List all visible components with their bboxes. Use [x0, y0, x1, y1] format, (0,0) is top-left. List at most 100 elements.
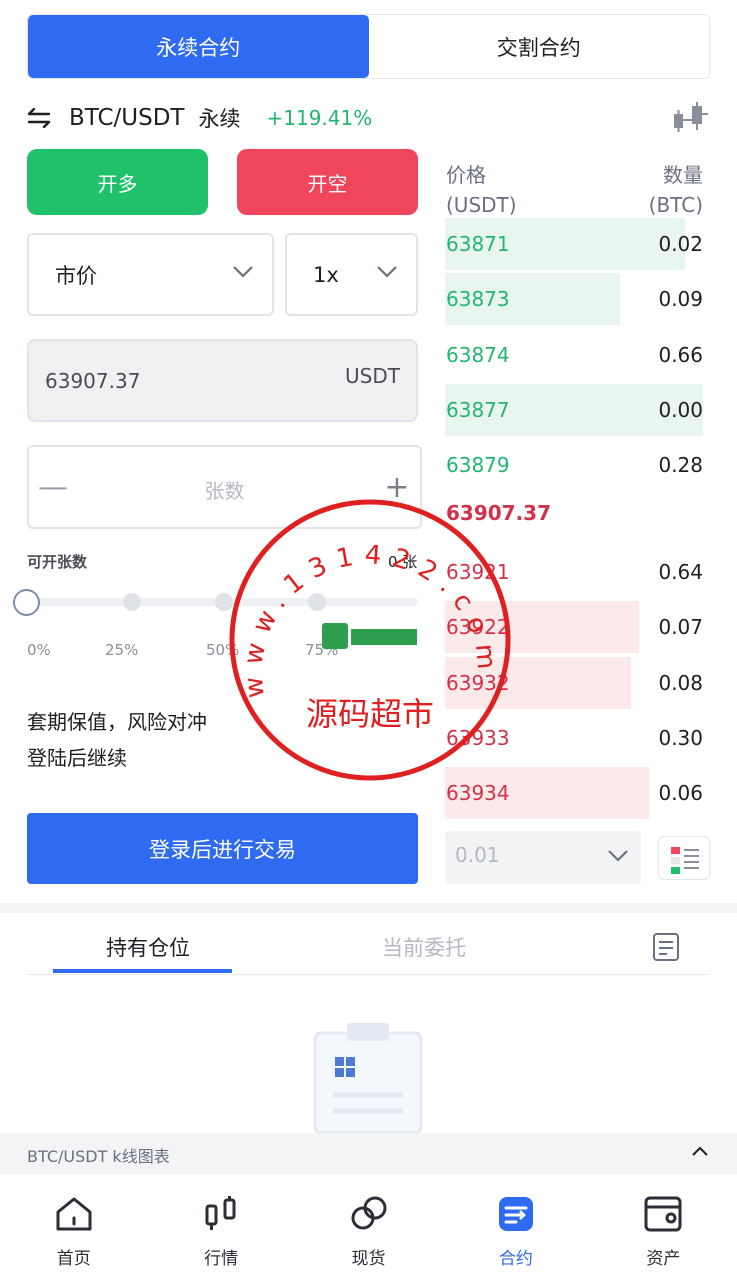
- section-divider: [0, 903, 737, 913]
- nav-label: 首页: [56, 1249, 91, 1269]
- orderbook-layout-icon: [671, 847, 699, 874]
- kline-chart-label: BTC/USDT k线图表: [27, 1147, 170, 1166]
- bid-qty: 0.00: [658, 397, 703, 422]
- bid-price: 63874: [446, 342, 510, 367]
- bid-row[interactable]: 63874 0.66: [445, 329, 703, 381]
- percent-label: 25%: [105, 641, 139, 659]
- order-type-value: 市价: [55, 263, 97, 288]
- bid-qty: 0.02: [658, 232, 703, 256]
- active-tab-indicator: [53, 969, 232, 973]
- ask-price: 63922: [446, 615, 510, 640]
- bid-price: 63879: [446, 453, 510, 478]
- nav-spot[interactable]: 现货: [295, 1174, 442, 1280]
- bid-price: 63871: [446, 232, 510, 256]
- pair-change: +119.41%: [266, 106, 373, 130]
- slider-stop-50[interactable]: [215, 593, 233, 611]
- ask-qty: 0.06: [658, 781, 703, 806]
- slider-handle[interactable]: [13, 589, 40, 616]
- nav-label: 合约: [498, 1249, 533, 1269]
- leverage-value: 1x: [313, 262, 339, 287]
- ask-row[interactable]: 63932 0.08: [445, 656, 703, 709]
- tab-current-orders[interactable]: 当前委托: [382, 932, 466, 962]
- tab-divider: [27, 974, 710, 975]
- nav-label: 行情: [204, 1249, 239, 1269]
- increase-button[interactable]: +: [382, 467, 412, 507]
- contract-icon: [498, 1197, 533, 1231]
- ask-price: 63933: [446, 725, 510, 750]
- contract-type-tabs: 永续合约 交割合约: [27, 14, 710, 79]
- percent-label: 75%: [305, 641, 339, 659]
- orderbook-price-header: 价格 (USDT): [446, 163, 517, 217]
- ask-row[interactable]: 63934 0.06: [445, 767, 703, 820]
- nav-assets[interactable]: 资产: [590, 1174, 737, 1280]
- ask-row[interactable]: 63921 0.64: [445, 546, 703, 598]
- bid-row[interactable]: 63873 0.09: [445, 273, 703, 326]
- login-continue-text: 登陆后继续: [27, 746, 127, 770]
- bid-row[interactable]: 63871 0.02: [445, 218, 703, 270]
- ask-price: 63921: [446, 560, 510, 584]
- open-long-button[interactable]: 开多: [27, 149, 208, 215]
- tab-holding-positions[interactable]: 持有仓位: [106, 932, 190, 962]
- depth-view-button[interactable]: [658, 836, 710, 880]
- quantity-stepper: — 张数 +: [27, 445, 422, 529]
- bid-price: 63873: [446, 287, 510, 312]
- price-unit: USDT: [345, 364, 400, 388]
- mid-price: 63907.37: [446, 501, 552, 525]
- ask-qty: 0.30: [658, 725, 703, 750]
- bid-row[interactable]: 63879 0.28: [445, 439, 703, 491]
- percent-label: 0%: [27, 641, 51, 659]
- chevron-down-icon: [233, 266, 253, 278]
- available-label: 可开张数: [27, 553, 88, 571]
- assets-icon: [644, 1196, 682, 1232]
- nav-contract[interactable]: 合约: [442, 1174, 589, 1280]
- spot-icon: [351, 1196, 387, 1230]
- ask-row[interactable]: 63933 0.30: [445, 712, 703, 764]
- chevron-down-icon: [377, 266, 397, 278]
- ask-qty: 0.64: [658, 560, 703, 584]
- ask-row[interactable]: 63922 0.07: [445, 601, 703, 654]
- pair-header: BTC/USDT 永续 +119.41%: [27, 98, 710, 138]
- leverage-select[interactable]: 1x: [285, 233, 418, 316]
- swap-icon[interactable]: [27, 108, 51, 128]
- ask-qty: 0.07: [658, 615, 703, 640]
- nav-label: 现货: [351, 1249, 386, 1269]
- tab-perpetual[interactable]: 永续合约: [28, 15, 369, 78]
- nav-market[interactable]: 行情: [147, 1174, 294, 1280]
- quantity-input[interactable]: 张数: [29, 475, 420, 504]
- candlestick-icon[interactable]: [670, 100, 710, 136]
- percent-label: 50%: [206, 641, 240, 659]
- ask-price: 63932: [446, 670, 510, 695]
- tab-delivery[interactable]: 交割合约: [369, 15, 710, 78]
- pair-type: 永续: [198, 107, 241, 131]
- available-value: 0 张: [388, 553, 418, 571]
- home-icon: [56, 1197, 92, 1231]
- login-trade-button[interactable]: 登录后进行交易: [27, 813, 418, 884]
- bid-qty: 0.66: [658, 342, 703, 367]
- watermark-name: 源码超市: [306, 695, 434, 733]
- bid-price: 63877: [446, 397, 510, 422]
- orderbook-qty-header: 数量 (BTC): [648, 163, 703, 217]
- chevron-down-icon: [608, 850, 628, 862]
- price-field[interactable]: 63907.37 USDT: [27, 339, 418, 422]
- nav-home[interactable]: 首页: [0, 1174, 147, 1280]
- slider-stop-25[interactable]: [123, 593, 141, 611]
- price-value: 63907.37: [45, 369, 141, 393]
- bid-qty: 0.28: [658, 453, 703, 478]
- chevron-up-icon[interactable]: [691, 1145, 709, 1157]
- precision-select[interactable]: 0.01: [445, 831, 641, 884]
- bid-row[interactable]: 63877 0.00: [445, 383, 703, 436]
- market-icon: [205, 1196, 236, 1230]
- ask-price: 63934: [446, 781, 510, 806]
- precision-value: 0.01: [455, 843, 500, 867]
- hedge-text: 套期保值，风险对冲: [27, 710, 207, 734]
- nav-label: 资产: [646, 1249, 681, 1269]
- pair-name[interactable]: BTC/USDT: [69, 105, 184, 131]
- order-history-icon[interactable]: [652, 932, 680, 962]
- ask-qty: 0.08: [658, 670, 703, 695]
- kline-chart-bar[interactable]: BTC/USDT k线图表: [0, 1133, 737, 1174]
- order-type-select[interactable]: 市价: [27, 233, 274, 316]
- slider-stop-75[interactable]: [308, 593, 326, 611]
- bid-qty: 0.09: [658, 287, 703, 312]
- open-short-button[interactable]: 开空: [237, 149, 418, 215]
- empty-clipboard-icon: [313, 1023, 423, 1133]
